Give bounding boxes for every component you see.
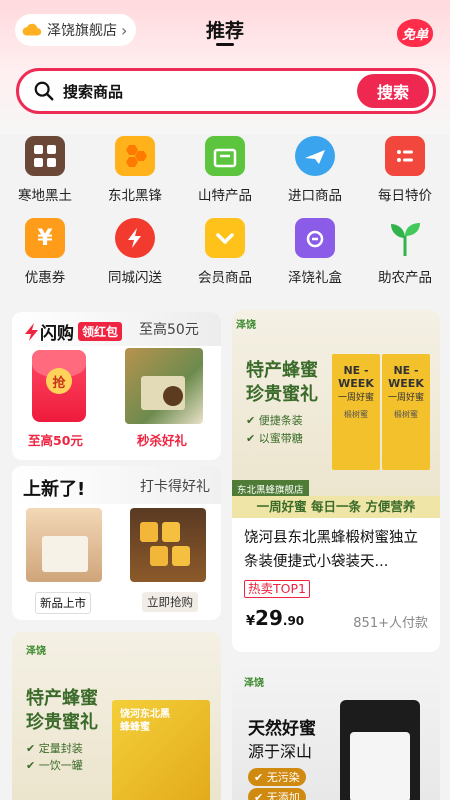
- feature-item: ✔ 定量封装: [26, 742, 83, 755]
- brand-logo: 泽饶: [26, 646, 46, 657]
- category-item[interactable]: ¥ 优惠券: [0, 218, 90, 286]
- lightning-icon: [25, 322, 38, 341]
- feature-item: ✔ 便捷条装: [246, 414, 303, 427]
- category-label: 每日特价: [378, 188, 432, 204]
- search-input[interactable]: 搜索商品: [63, 81, 357, 102]
- honey-gift-box-image: 饶河东北黑蜂蜂蜜: [112, 700, 210, 800]
- honey-jars-image[interactable]: [130, 508, 206, 582]
- category-label: 泽饶礼盒: [288, 270, 342, 286]
- banner-title: 珍贵蜜礼: [26, 712, 98, 733]
- grid-icon: [25, 136, 65, 176]
- honey-box-image: NE -WEEK 一周好蜜 椴树蜜: [382, 354, 430, 470]
- category-item[interactable]: 每日特价: [360, 136, 450, 204]
- feature-item: ✔ 无添加: [248, 788, 306, 800]
- category-item[interactable]: 进口商品: [270, 136, 360, 204]
- coupon-circle: 抢: [46, 368, 72, 394]
- buy-now-button[interactable]: 立即抢购: [142, 592, 198, 612]
- product-name[interactable]: 饶河县东北黑蜂椴树蜜独立条装便捷式小袋装天...: [244, 526, 430, 574]
- flash-item-caption: 至高50元: [28, 433, 83, 448]
- title-underline: [216, 43, 234, 46]
- buyers-count: 851+人付款: [353, 616, 428, 631]
- flash-title: 闪购: [40, 324, 74, 344]
- banner-title: 珍贵蜜礼: [246, 384, 318, 405]
- category-label: 会员商品: [198, 270, 252, 286]
- search-bar[interactable]: 搜索商品 搜索: [16, 68, 436, 114]
- product-price: ¥29.90: [246, 606, 305, 630]
- category-item[interactable]: 助农产品: [360, 218, 450, 286]
- chevron-down-icon: [205, 218, 245, 258]
- category-item[interactable]: 同城闪送: [90, 218, 180, 286]
- banner-title: 特产蜂蜜: [246, 360, 318, 381]
- flash-max-text: 至高50元: [139, 322, 199, 338]
- product-slogan: 一周好蜜 每日一条 方便营养: [232, 496, 440, 518]
- honey-box-image: NE -WEEK 一周好蜜 椴树蜜: [332, 354, 380, 470]
- feature-item: ✔ 以蜜带糖: [246, 432, 303, 445]
- page-title[interactable]: 推荐: [0, 16, 450, 43]
- red-packet-badge[interactable]: 领红包: [78, 322, 123, 341]
- honey-jar-image: [340, 700, 420, 800]
- lightning-icon: [115, 218, 155, 258]
- new-product-button[interactable]: 新品上市: [35, 592, 91, 614]
- new-arrival-subtitle: 打卡得好礼: [140, 479, 210, 495]
- category-label: 同城闪送: [108, 270, 162, 286]
- calendar-icon: [205, 136, 245, 176]
- category-label: 优惠券: [24, 270, 66, 286]
- category-label: 东北黑锋: [108, 188, 162, 204]
- sprout-icon: [385, 218, 425, 258]
- category-item[interactable]: 会员商品: [180, 218, 270, 286]
- gift-box-icon: [295, 218, 335, 258]
- category-item[interactable]: 山特产品: [180, 136, 270, 204]
- flash-item-caption: 秒杀好礼: [137, 433, 188, 448]
- brand-logo: 泽饶: [244, 678, 264, 689]
- category-label: 山特产品: [198, 188, 252, 204]
- category-label: 寒地黑土: [18, 188, 72, 204]
- yen-icon: ¥: [25, 218, 65, 258]
- airplane-icon: [295, 136, 335, 176]
- brand-logo: 泽饶: [236, 320, 256, 331]
- banner-title: 天然好蜜: [248, 719, 316, 739]
- new-product-image[interactable]: [26, 508, 102, 582]
- hot-badge: 热卖TOP1: [244, 580, 310, 598]
- feature-item: ✔ 无污染: [248, 768, 306, 786]
- list-icon: [385, 136, 425, 176]
- new-arrival-card[interactable]: 上新了! 打卡得好礼 新品上市 立即抢购: [12, 466, 221, 620]
- new-arrival-title: 上新了!: [23, 479, 86, 500]
- product-image[interactable]: 泽饶 特产蜂蜜 珍贵蜜礼 ✔ 便捷条装 ✔ 以蜜带糖 NE -WEEK 一周好蜜…: [232, 310, 440, 518]
- category-item[interactable]: 东北黑锋: [90, 136, 180, 204]
- banner-title: 源于深山: [248, 742, 313, 761]
- search-icon: [34, 81, 54, 101]
- category-label: 进口商品: [288, 188, 342, 204]
- banner-title: 特产蜂蜜: [26, 688, 98, 709]
- search-button[interactable]: 搜索: [357, 74, 429, 108]
- free-order-badge[interactable]: 免单: [397, 19, 433, 47]
- product-card[interactable]: 泽饶 天然好蜜 源于深山 ✔ 无污染 ✔ 无添加: [232, 664, 440, 800]
- flash-sale-card[interactable]: 闪购 领红包 至高50元 抢 至高50元 秒杀好礼: [12, 312, 221, 460]
- honeycomb-icon: [115, 136, 155, 176]
- gift-box-image[interactable]: [125, 348, 203, 424]
- red-envelope-image[interactable]: 抢: [32, 350, 86, 422]
- product-card[interactable]: 泽饶 特产蜂蜜 珍贵蜜礼 ✔ 便捷条装 ✔ 以蜜带糖 NE -WEEK 一周好蜜…: [232, 310, 440, 652]
- category-item[interactable]: 寒地黑土: [0, 136, 90, 204]
- feature-item: ✔ 一饮一罐: [26, 759, 83, 772]
- category-label: 助农产品: [378, 270, 432, 286]
- product-card[interactable]: 泽饶 特产蜂蜜 珍贵蜜礼 ✔ 定量封装 ✔ 一饮一罐 饶河东北黑蜂蜂蜜: [12, 632, 221, 800]
- category-item[interactable]: 泽饶礼盒: [270, 218, 360, 286]
